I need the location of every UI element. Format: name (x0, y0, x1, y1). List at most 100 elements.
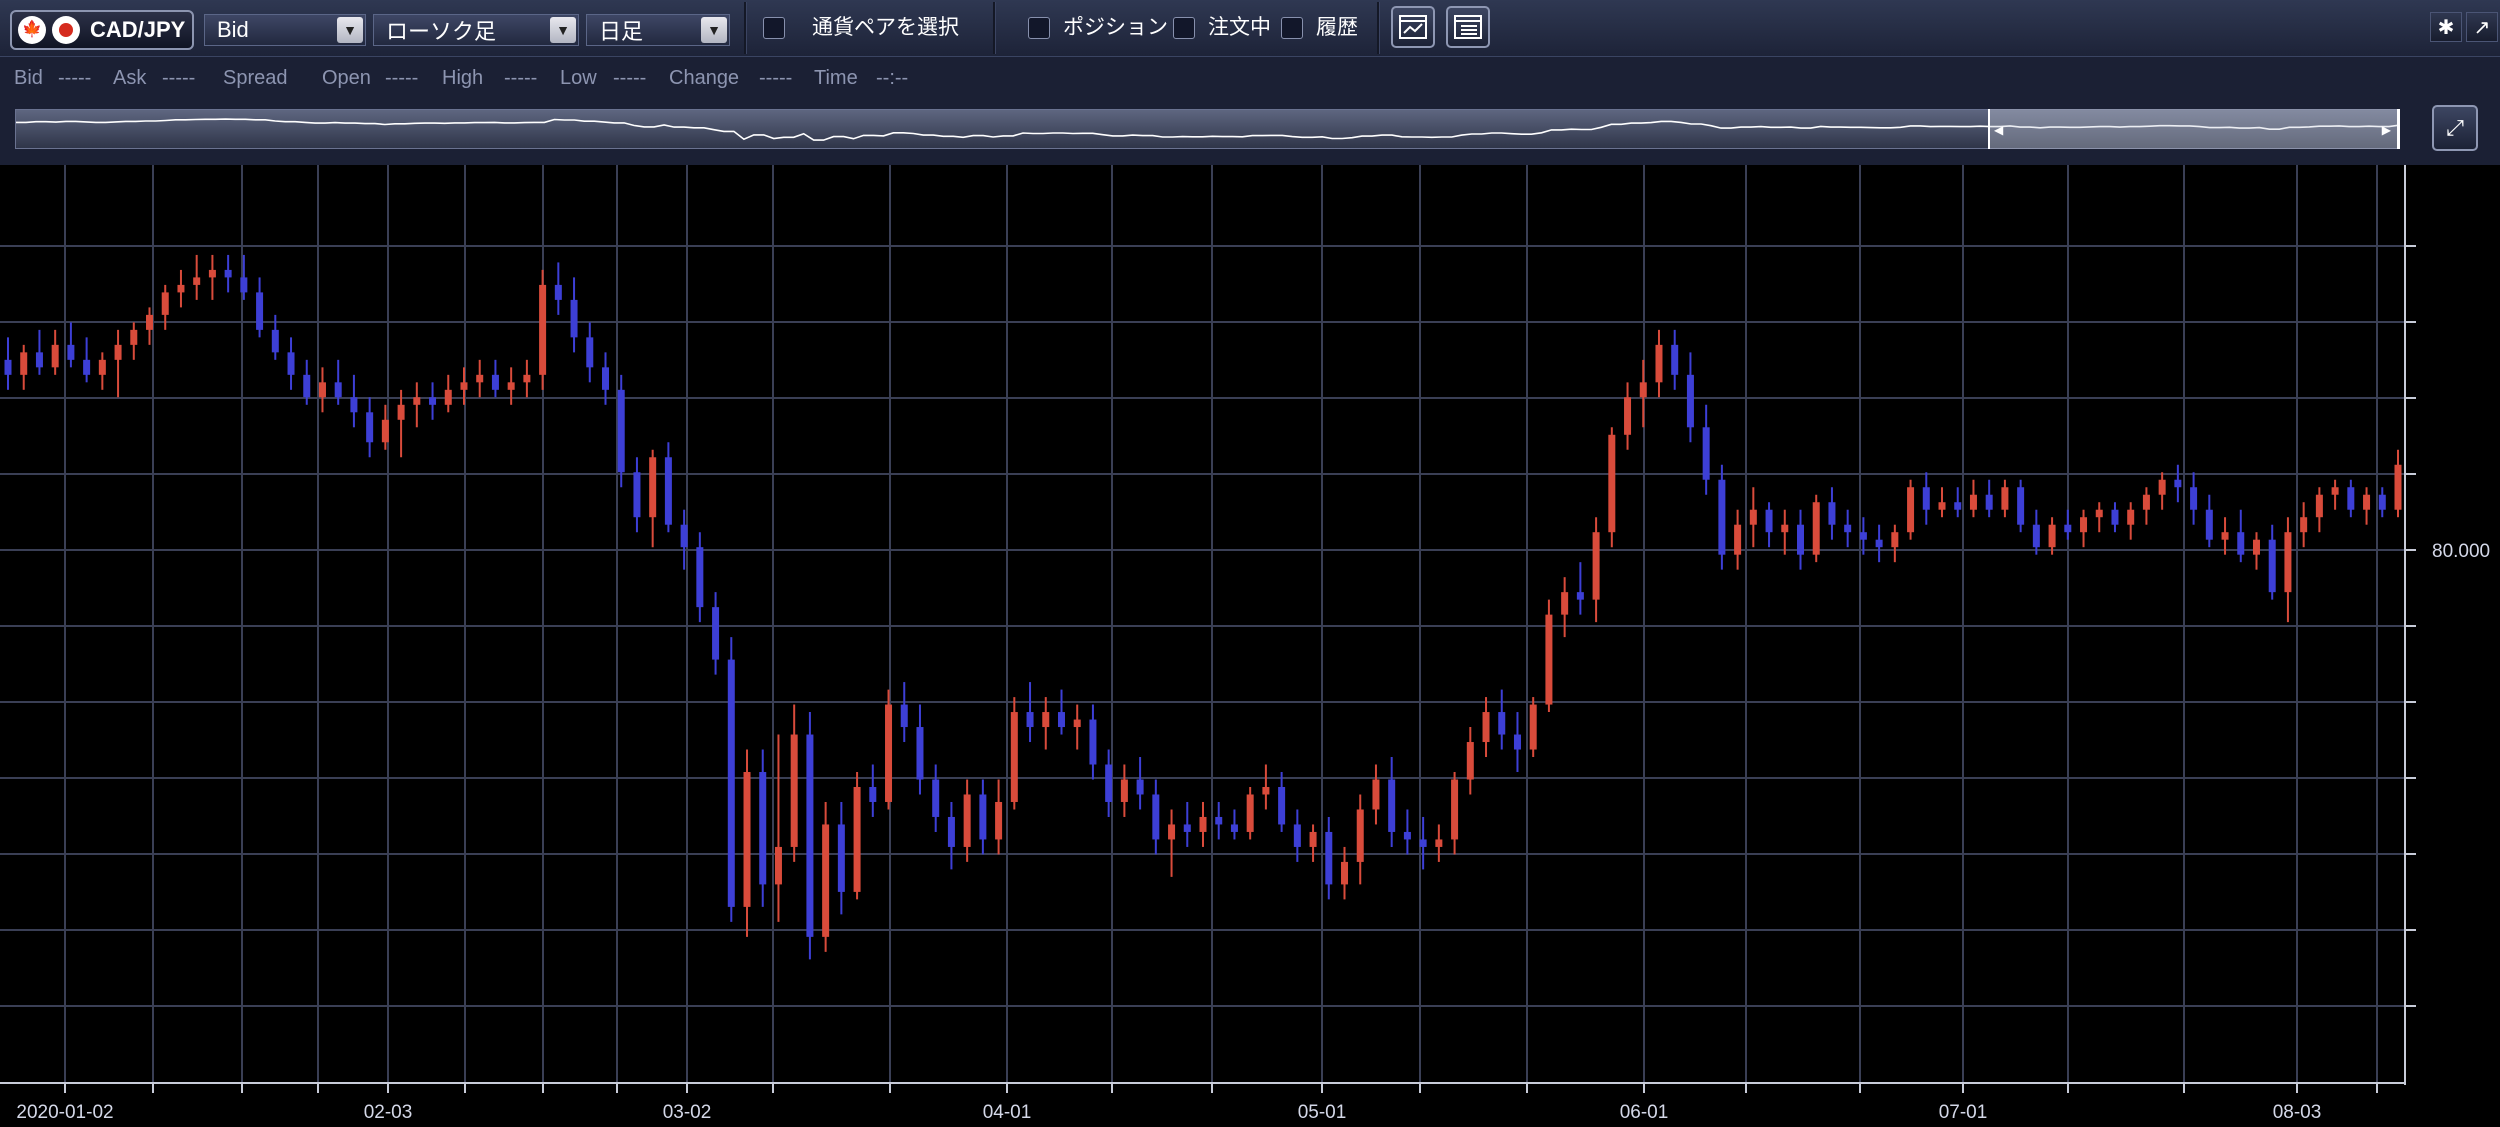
chart-window-icon (1399, 15, 1427, 39)
candle-body (1639, 382, 1647, 398)
navigator-left-handle[interactable]: ◀ (1994, 123, 2003, 137)
history-checkbox[interactable] (1281, 17, 1303, 39)
candle-body (1781, 524, 1789, 533)
canada-flag-icon: 🍁 (18, 16, 46, 44)
time-tick-label: 06-01 (1620, 1102, 1669, 1123)
candle-body (853, 786, 861, 892)
candle-body (1765, 509, 1773, 533)
candle-body (680, 524, 688, 548)
candle-body (1435, 839, 1443, 847)
ask-label: Ask (113, 67, 147, 89)
candle-body (1797, 524, 1804, 555)
candle-body (2394, 464, 2402, 510)
open-label: Open (322, 67, 371, 89)
candle-body (366, 412, 374, 443)
timeframe-value: 日足 (599, 19, 644, 44)
candle-body (2032, 524, 2040, 548)
currency-pair-button[interactable]: 🍁 CAD/JPY (10, 10, 194, 50)
zoom-button[interactable]: ⤢ (2432, 105, 2478, 151)
candle-body (350, 397, 358, 413)
expand-icon[interactable]: ↗ (2466, 12, 2498, 42)
candle-body (2190, 487, 2198, 510)
candle-body (507, 382, 515, 390)
candle-body (476, 374, 484, 383)
candle-body (2205, 509, 2213, 540)
toolbar-divider (744, 2, 747, 54)
open-value: ----- (385, 67, 419, 89)
candle-body (1608, 434, 1616, 533)
high-label: High (442, 67, 484, 89)
candle-body (397, 404, 405, 420)
toolbar-divider (993, 2, 996, 54)
navigator-right-handle[interactable]: ▶ (2382, 123, 2391, 137)
candle-body (995, 801, 1003, 840)
candle-body (1954, 502, 1962, 510)
candle-body (649, 457, 657, 518)
price-tick-label: 80.000 (2432, 541, 2490, 562)
time-tick-label: 05-01 (1298, 1102, 1347, 1123)
candlestick-chart[interactable]: 80.000 2020-01-02 02-03 03-02 04-01 05-01 06-… (0, 165, 2500, 1127)
bid-value: ----- (58, 67, 92, 89)
chart-type-select[interactable]: ローソク足 ▼ (373, 14, 579, 46)
grid-layer (0, 165, 2405, 1083)
candle-body (2095, 509, 2103, 518)
time-tick-label: 08-03 (2273, 1102, 2322, 1123)
candle-body (727, 659, 735, 907)
timeframe-select[interactable]: 日足 ▼ (586, 14, 730, 46)
japan-flag-icon (52, 16, 80, 44)
toolbar: 🍁 CAD/JPY Bid ▼ ローソク足 ▼ 日足 ▼ 通貨ペアを選択 ポジシ… (0, 0, 2500, 57)
candle-body (208, 269, 216, 278)
candle-body (1812, 502, 1820, 555)
candle-body (35, 352, 43, 368)
high-value: ----- (504, 67, 538, 89)
orders-checkbox[interactable] (1173, 17, 1195, 39)
candle-body (586, 337, 594, 368)
candle-body (1403, 831, 1411, 840)
candle-body (1907, 487, 1915, 533)
candle-body (963, 794, 971, 847)
candle-body (1702, 427, 1710, 480)
select-pair-checkbox[interactable] (763, 17, 785, 39)
candle-body (1419, 839, 1427, 847)
candle-body (1309, 831, 1317, 847)
low-value: ----- (613, 67, 647, 89)
time-tick-label: 02-03 (364, 1102, 413, 1123)
candle-body (602, 367, 609, 390)
candle-body (1199, 816, 1207, 832)
position-checkbox[interactable] (1028, 17, 1050, 39)
candle-body (1985, 494, 1993, 510)
candle-body (1466, 742, 1474, 780)
chart-type-value: ローソク足 (386, 19, 497, 44)
candle-body (2142, 494, 2150, 510)
candle-body (161, 292, 169, 315)
chevron-down-icon[interactable]: ▼ (337, 17, 363, 43)
candle-body (256, 292, 264, 330)
chart-window-button[interactable] (1391, 6, 1435, 48)
candle-body (1922, 487, 1930, 510)
price-type-select[interactable]: Bid ▼ (204, 14, 366, 46)
chart-canvas: 80.000 2020-01-02 02-03 03-02 04-01 05-01 06-… (0, 165, 2490, 1123)
candle-body (381, 419, 389, 443)
chevron-down-icon[interactable]: ▼ (550, 17, 576, 43)
gear-icon[interactable]: ✱ (2430, 12, 2462, 42)
spread-label: Spread (223, 67, 288, 89)
navigator-window[interactable]: ◀ ▶ (1988, 109, 2400, 149)
time-value: --:-- (876, 67, 909, 89)
history-label: 履歴 (1316, 16, 1358, 39)
list-window-button[interactable] (1446, 6, 1490, 48)
chevron-down-icon[interactable]: ▼ (701, 17, 727, 43)
candle-body (1592, 532, 1600, 600)
candle-body (1969, 494, 1977, 510)
candle-body (1026, 712, 1034, 728)
candle-body (2064, 524, 2072, 533)
candle-body (1136, 779, 1144, 795)
candle-body (633, 472, 641, 518)
candle-body (617, 389, 625, 473)
candle-body (193, 277, 201, 285)
candle-body (429, 397, 437, 405)
candle-body (1561, 592, 1569, 615)
change-value: ----- (759, 67, 793, 89)
candle-body (900, 704, 908, 728)
candle-body (1010, 712, 1018, 802)
candle-body (287, 352, 295, 375)
